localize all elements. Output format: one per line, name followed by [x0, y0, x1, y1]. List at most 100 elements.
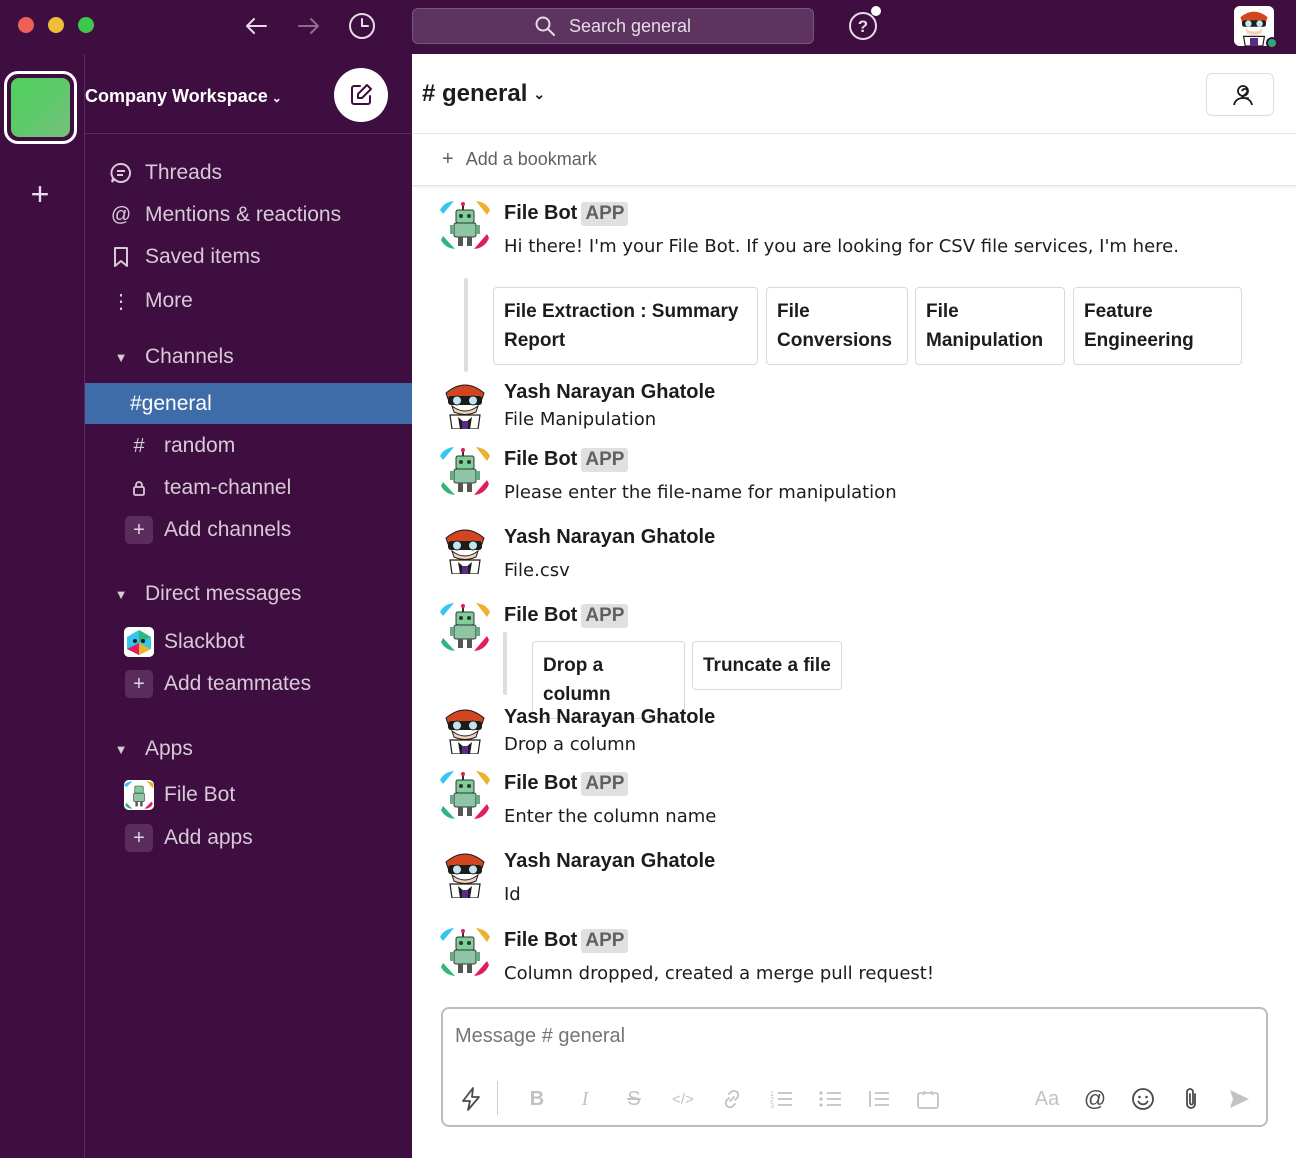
- workspace-name-button[interactable]: Company Workspace ⌄: [85, 86, 282, 107]
- action-button-summary-report[interactable]: File Extraction : Summary Report: [493, 287, 758, 365]
- title-bar: Search general ?: [0, 0, 1296, 54]
- action-button-truncate-file[interactable]: Truncate a file: [692, 641, 842, 690]
- sender-name[interactable]: File Bot: [504, 929, 577, 951]
- emoji-icon[interactable]: [1127, 1083, 1159, 1115]
- sidebar-item-label: Saved items: [145, 245, 261, 268]
- ordered-list-icon[interactable]: 123: [765, 1083, 797, 1115]
- sidebar-item-saved[interactable]: Saved items: [85, 237, 412, 277]
- history-clock-icon[interactable]: [347, 11, 377, 41]
- send-icon[interactable]: [1223, 1083, 1255, 1115]
- add-teammates-button[interactable]: + Add teammates: [85, 664, 412, 704]
- action-button-file-manipulation[interactable]: File Manipulation: [915, 287, 1065, 365]
- sender-name[interactable]: Yash Narayan Ghatole: [504, 381, 715, 404]
- add-channels-button[interactable]: + Add channels: [85, 510, 412, 550]
- code-icon[interactable]: </>: [667, 1083, 699, 1115]
- back-arrow-icon[interactable]: [241, 11, 271, 41]
- members-button[interactable]: 2: [1206, 73, 1274, 116]
- link-icon[interactable]: [716, 1083, 748, 1115]
- close-window-button[interactable]: [18, 17, 34, 33]
- sidebar-item-team-channel[interactable]: team-channel: [85, 468, 412, 508]
- bold-icon[interactable]: B: [521, 1083, 553, 1115]
- forward-arrow-icon[interactable]: [294, 11, 324, 41]
- chevron-down-icon: ⌄: [533, 86, 546, 103]
- sender-name[interactable]: File Bot: [504, 604, 577, 626]
- channel-title-button[interactable]: # general ⌄: [422, 80, 545, 108]
- workspace-rail: +: [0, 54, 85, 1158]
- strikethrough-icon[interactable]: S: [618, 1083, 650, 1115]
- attachment-paperclip-icon[interactable]: [1175, 1083, 1207, 1115]
- blockquote-icon[interactable]: [863, 1083, 895, 1115]
- more-vertical-icon: ⋮: [111, 290, 131, 313]
- search-bar[interactable]: Search general: [412, 8, 814, 44]
- action-button-feature-engineering[interactable]: Feature Engineering: [1073, 287, 1242, 365]
- sidebar-item-mentions[interactable]: @ Mentions & reactions: [85, 195, 412, 235]
- add-apps-button[interactable]: + Add apps: [85, 818, 412, 858]
- file-bot-avatar[interactable]: [440, 927, 490, 977]
- sidebar-item-random[interactable]: # random: [85, 426, 412, 466]
- plus-icon: +: [125, 824, 153, 852]
- dm-section-header[interactable]: ▼ Direct messages: [85, 574, 412, 614]
- svg-text:3: 3: [770, 1103, 774, 1109]
- online-status-icon: [1266, 37, 1278, 49]
- message-text: Id: [504, 884, 521, 905]
- shortcuts-lightning-icon[interactable]: [455, 1083, 487, 1115]
- apps-section-header[interactable]: ▼ Apps: [85, 729, 412, 769]
- add-bookmark-label: Add a bookmark: [465, 149, 597, 169]
- hash-icon: #: [133, 434, 145, 457]
- app-badge: APP: [581, 929, 629, 953]
- file-bot-avatar[interactable]: [440, 602, 490, 652]
- channels-section-header[interactable]: ▼ Channels: [85, 337, 412, 377]
- message-input[interactable]: [455, 1025, 1235, 1048]
- message-text: Please enter the file-name for manipulat…: [504, 482, 897, 503]
- sidebar-item-label: Threads: [145, 161, 223, 184]
- sender-name[interactable]: File Bot: [504, 448, 577, 470]
- message-text: File.csv: [504, 560, 570, 581]
- sidebar: Company Workspace ⌄ Threads @ Mentions & …: [85, 54, 412, 1158]
- sidebar-item-label: More: [145, 289, 193, 312]
- message-text: File Manipulation: [504, 409, 657, 430]
- caret-down-icon: ▼: [114, 741, 128, 757]
- sender-name[interactable]: File Bot: [504, 202, 577, 224]
- sidebar-item-more[interactable]: ⋮ More: [85, 281, 412, 321]
- sidebar-item-threads[interactable]: Threads: [85, 153, 412, 193]
- sender-name[interactable]: Yash Narayan Ghatole: [504, 526, 715, 549]
- app-badge: APP: [581, 202, 629, 226]
- bookmark-icon: [103, 246, 139, 268]
- app-badge: APP: [581, 772, 629, 796]
- message-text: Hi there! I'm your File Bot. If you are …: [504, 236, 1179, 257]
- app-badge: APP: [581, 448, 629, 472]
- sender-name[interactable]: Yash Narayan Ghatole: [504, 850, 715, 873]
- add-bookmark-button[interactable]: + Add a bookmark: [412, 134, 1296, 186]
- file-bot-avatar[interactable]: [440, 446, 490, 496]
- italic-icon[interactable]: I: [569, 1083, 601, 1115]
- action-button-file-conversions[interactable]: File Conversions: [766, 287, 908, 365]
- file-bot-avatar[interactable]: [440, 200, 490, 250]
- sender-name[interactable]: File Bot: [504, 772, 577, 794]
- search-placeholder: Search general: [568, 15, 692, 36]
- user-avatar[interactable]: [440, 524, 490, 574]
- user-avatar[interactable]: [440, 379, 490, 429]
- add-workspace-icon[interactable]: +: [22, 176, 58, 212]
- file-bot-avatar[interactable]: [440, 770, 490, 820]
- minimize-window-button[interactable]: [48, 17, 64, 33]
- channel-header: # general ⌄ 2: [412, 54, 1296, 134]
- plus-icon: +: [125, 516, 153, 544]
- sidebar-item-slackbot[interactable]: Slackbot: [85, 622, 412, 662]
- compose-button[interactable]: [334, 68, 388, 122]
- mention-icon[interactable]: @: [1079, 1083, 1111, 1115]
- user-avatar[interactable]: [440, 848, 490, 898]
- compose-icon: [351, 84, 372, 105]
- bullet-list-icon[interactable]: [814, 1083, 846, 1115]
- text-format-toggle[interactable]: Aa: [1031, 1083, 1063, 1115]
- code-block-icon[interactable]: [912, 1083, 944, 1115]
- workspace-switcher-button[interactable]: [4, 71, 77, 144]
- sender-name[interactable]: Yash Narayan Ghatole: [504, 706, 715, 729]
- sidebar-item-file-bot[interactable]: File Bot: [85, 775, 412, 815]
- sidebar-item-general[interactable]: #general: [85, 383, 412, 424]
- channel-view: # general ⌄ 2 + Add a bookmark File Bot AP…: [412, 54, 1296, 1158]
- zoom-window-button[interactable]: [78, 17, 94, 33]
- caret-down-icon: ▼: [114, 349, 128, 365]
- user-avatar[interactable]: [440, 704, 490, 754]
- plus-icon: +: [125, 670, 153, 698]
- sidebar-item-label: #general: [130, 391, 212, 415]
